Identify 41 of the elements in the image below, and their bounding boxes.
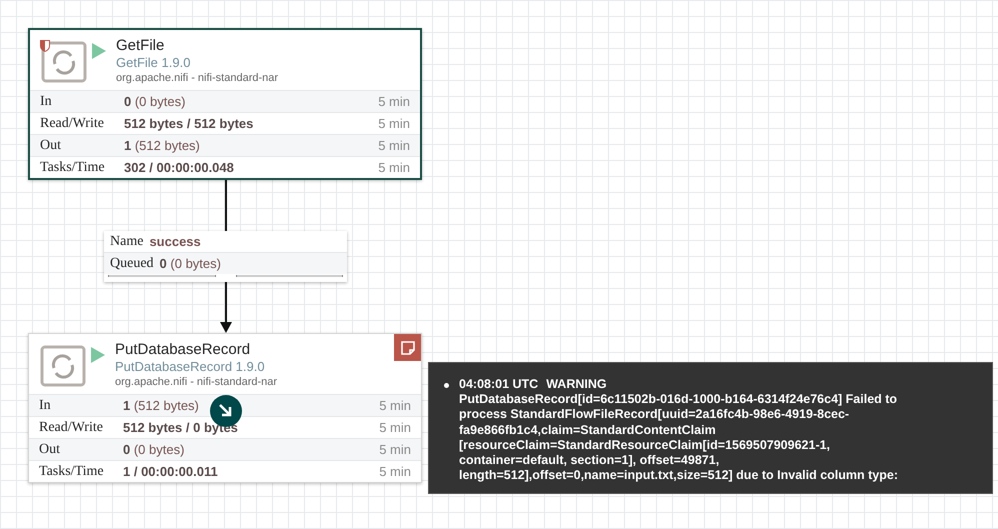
field-label: Queued xyxy=(110,256,154,272)
bulletin-level: WARNING xyxy=(546,377,607,391)
stat-label: Read/Write xyxy=(39,420,104,436)
connection-name: success xyxy=(149,234,201,249)
stat-value: 0 (0 bytes) xyxy=(123,442,186,457)
stat-label: Tasks/Time xyxy=(40,160,106,176)
stat-time: 5 min xyxy=(379,420,411,435)
stat-time: 5 min xyxy=(378,94,410,109)
stat-label: Out xyxy=(39,442,61,458)
bulletin-time: 04:08:01 UTC xyxy=(459,377,538,391)
note-icon xyxy=(400,340,414,354)
queued-value: 0 (0 bytes) xyxy=(160,256,222,271)
connection-label[interactable]: Name success Queued 0 (0 bytes) xyxy=(104,231,347,282)
stat-value: 1 (512 bytes) xyxy=(124,138,201,153)
stat-label: In xyxy=(39,398,52,414)
bulletin-indicator[interactable] xyxy=(394,334,421,361)
stat-label: Out xyxy=(40,138,62,154)
stat-value: 1 / 00:00:00.011 xyxy=(123,464,219,479)
processor-type: PutDatabaseRecord 1.9.0 xyxy=(115,359,266,374)
processor-name: PutDatabaseRecord xyxy=(115,341,252,358)
bulletin-message: PutDatabaseRecord[id=6c11502b-016d-1000-b164-6314f24e76c4] Failed to process StandardFlowFileRecord[uuid=2a16fc4b-98e6-4919-8cec-fa9e866fb1c4,claim=StandardContentClaim [resourceClaim=StandardResourceClaim[id=1569507909621-1, container=default, section=1], offset=49871, length=512],offset=0,name=input.txt,size=512] due to Invalid column type: xyxy=(459,392,899,484)
stat-value: 512 bytes / 512 bytes xyxy=(124,116,254,131)
stat-time: 5 min xyxy=(379,398,411,413)
processor-card[interactable]: GetFile GetFile 1.9.0 org.apache.nifi - nifi-standard-nar In 0 (0 bytes) 5 min Read/Write 512 bytes / 512 bytes 5 min Out 1 (512 bytes) 5 min Tasks/Time 302 / 00:00:00.048 5 min xyxy=(28,28,422,180)
stat-time: 5 min xyxy=(379,442,411,457)
stat-value: 0 (0 bytes) xyxy=(124,94,186,109)
stat-time: 5 min xyxy=(378,116,410,131)
stat-time: 5 min xyxy=(378,138,410,153)
processor-bundle: org.apache.nifi - nifi-standard-nar xyxy=(116,72,278,84)
stat-time: 5 min xyxy=(379,464,411,479)
stat-label: Tasks/Time xyxy=(39,464,105,480)
field-label: Name xyxy=(110,234,144,250)
stat-time: 5 min xyxy=(378,160,410,175)
processor-bundle: org.apache.nifi - nifi-standard-nar xyxy=(115,376,278,388)
bullet-dot xyxy=(444,383,449,388)
stat-value: 1 (512 bytes) xyxy=(123,398,200,413)
processor-type: GetFile 1.9.0 xyxy=(116,55,192,70)
stat-label: Read/Write xyxy=(40,116,105,132)
stat-value: 302 / 00:00:00.048 xyxy=(124,160,235,175)
stat-label: In xyxy=(40,94,53,110)
processor-name: GetFile xyxy=(116,37,166,54)
